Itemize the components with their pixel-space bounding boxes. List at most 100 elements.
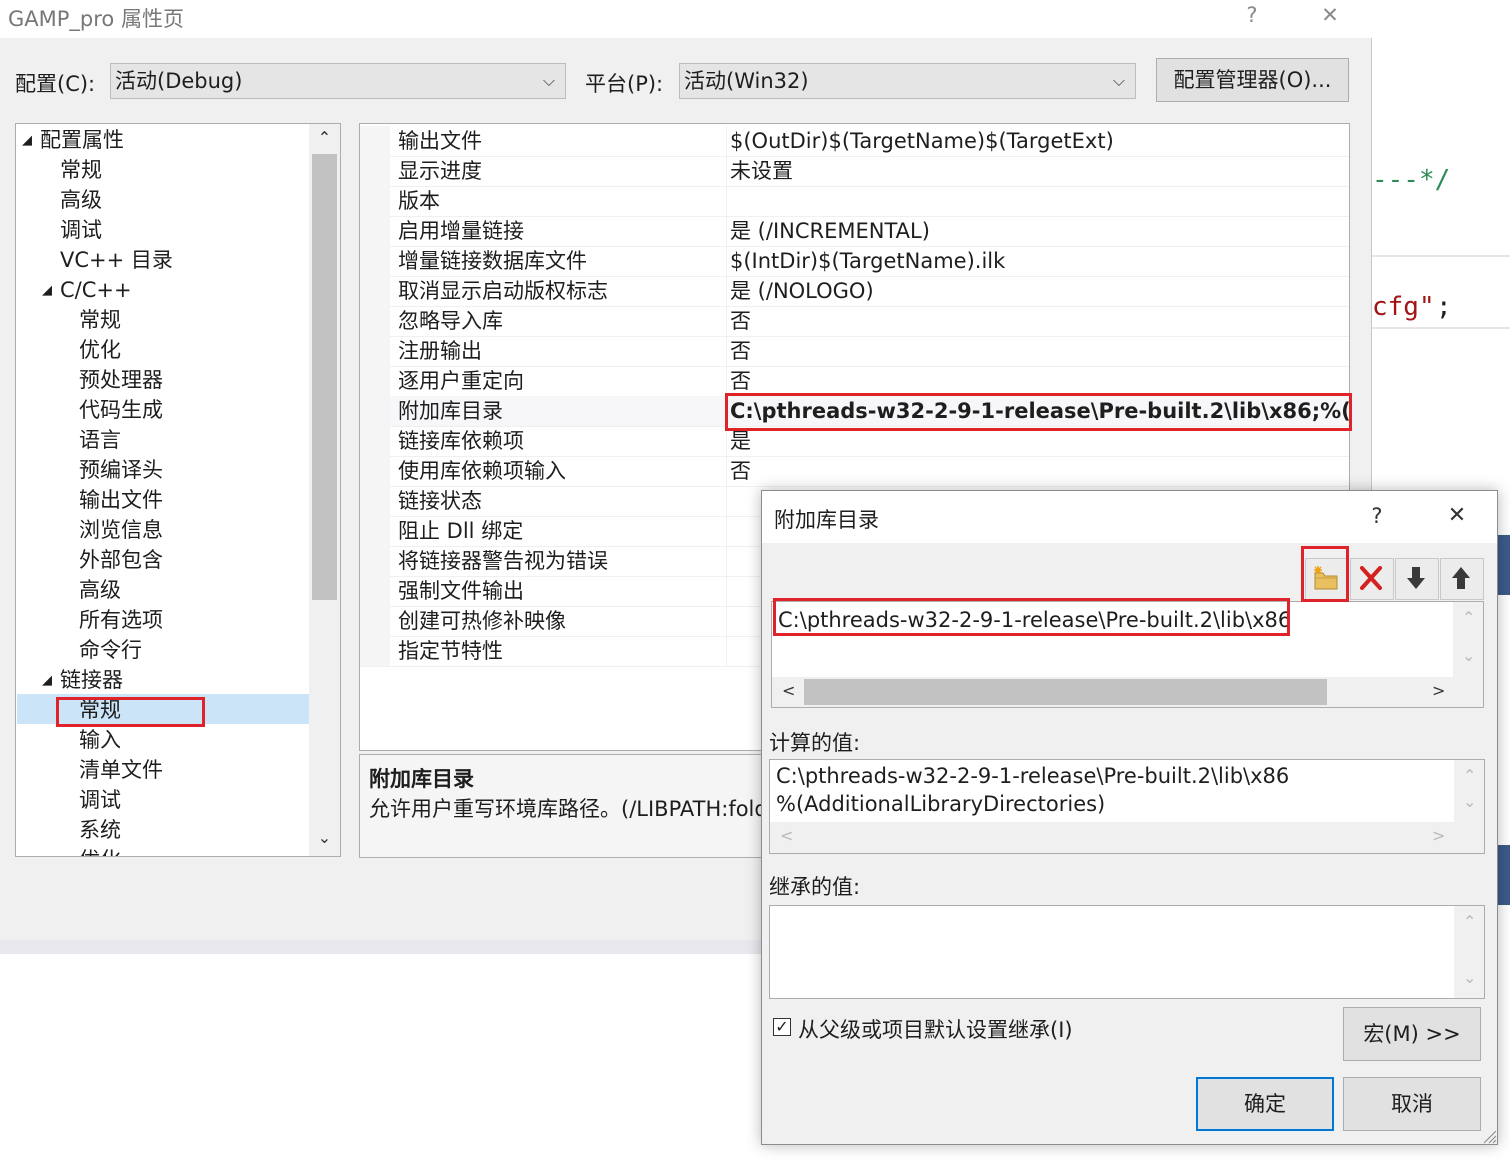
code-line-separator [1372, 255, 1510, 257]
tree-item[interactable]: 优化 [79, 845, 121, 856]
tree-item[interactable]: 预处理器 [79, 365, 163, 395]
scroll-up-icon[interactable]: ⌃ [1463, 912, 1476, 931]
tree-scrollbar[interactable]: ⌃ ⌄ [309, 124, 340, 856]
tree-item[interactable]: 优化 [79, 335, 121, 365]
ok-button[interactable]: 确定 [1196, 1077, 1334, 1131]
tree-item[interactable]: C/C++ [60, 275, 132, 305]
property-value[interactable]: 否 [730, 456, 751, 486]
column-separator [726, 456, 727, 486]
dialog-close-button[interactable]: ✕ [1442, 503, 1472, 528]
close-button[interactable]: ✕ [1310, 3, 1350, 27]
expand-arrow-icon[interactable]: ◢ [42, 673, 52, 688]
tree-item[interactable]: 常规 [79, 305, 121, 335]
delete-line-button[interactable] [1350, 558, 1394, 600]
property-value[interactable]: 否 [730, 336, 751, 366]
new-line-button[interactable] [1305, 558, 1349, 600]
tree-item-selected[interactable]: 常规 [79, 695, 121, 725]
inherit-checkbox-label[interactable]: 从父级或项目默认设置继承(I) [798, 1014, 1073, 1044]
scroll-left-icon[interactable]: < [780, 826, 793, 845]
property-row[interactable]: 启用增量链接 是 (/INCREMENTAL) [360, 216, 1349, 247]
tree-item[interactable]: 代码生成 [79, 395, 163, 425]
tree-item[interactable]: 浏览信息 [79, 515, 163, 545]
config-manager-button[interactable]: 配置管理器(O)... [1156, 58, 1349, 102]
move-down-button[interactable] [1395, 558, 1439, 600]
editor-vertical-scrollbar[interactable]: ⌃ ⌄ [1453, 602, 1483, 677]
platform-label: 平台(P): [585, 72, 664, 96]
scroll-down-icon[interactable]: ⌄ [309, 828, 340, 847]
property-row[interactable]: 取消显示启动版权标志 是 (/NOLOGO) [360, 276, 1349, 307]
scroll-up-icon[interactable]: ⌃ [1462, 608, 1475, 627]
tree-item[interactable]: 调试 [60, 215, 102, 245]
resize-grip-icon[interactable] [1481, 1128, 1497, 1144]
move-up-button[interactable] [1440, 558, 1484, 600]
property-row[interactable]: 逐用户重定向 否 [360, 366, 1349, 397]
tree-item[interactable]: 语言 [79, 425, 121, 455]
property-value[interactable]: 是 (/NOLOGO) [730, 276, 874, 306]
lib-dir-entry[interactable]: C:\pthreads-w32-2-9-1-release\Pre-built.… [778, 605, 1291, 635]
scroll-left-icon[interactable]: < [782, 681, 795, 700]
scroll-up-icon[interactable]: ⌃ [1463, 766, 1476, 785]
inherit-checkbox[interactable]: ✓ [773, 1018, 791, 1036]
macro-button[interactable]: 宏(M) >> [1343, 1007, 1481, 1061]
help-button[interactable]: ? [1232, 3, 1272, 27]
window-titlebar: GAMP_pro 属性页 ? ✕ [0, 0, 1372, 38]
inherited-vertical-scrollbar[interactable]: ⌃ ⌄ [1454, 906, 1484, 998]
tree-item[interactable]: VC++ 目录 [60, 245, 173, 275]
tree-item[interactable]: 外部包含 [79, 545, 163, 575]
editor-horizontal-scrollbar[interactable]: < > [772, 677, 1483, 707]
property-row[interactable]: 版本 [360, 186, 1349, 217]
tree-item[interactable]: 所有选项 [79, 605, 163, 635]
scroll-down-icon[interactable]: ⌄ [1462, 646, 1475, 665]
horizontal-scroll-thumb[interactable] [804, 679, 1327, 705]
property-value[interactable]: 未设置 [730, 156, 793, 186]
tree-item[interactable]: 系统 [79, 815, 121, 845]
property-value[interactable]: $(OutDir)$(TargetName)$(TargetExt) [730, 126, 1114, 156]
property-row[interactable]: 输出文件 $(OutDir)$(TargetName)$(TargetExt) [360, 126, 1349, 157]
tree-item[interactable]: 调试 [79, 785, 121, 815]
property-value[interactable]: $(IntDir)$(TargetName).ilk [730, 246, 1005, 276]
property-name: 启用增量链接 [398, 219, 524, 243]
tree-item[interactable]: 配置属性 [40, 125, 124, 155]
property-row[interactable]: 显示进度 未设置 [360, 156, 1349, 187]
cancel-button[interactable]: 取消 [1343, 1077, 1481, 1131]
tree-item[interactable]: 预编译头 [79, 455, 163, 485]
tree-item[interactable]: 清单文件 [79, 755, 163, 785]
tree-item[interactable]: 高级 [60, 185, 102, 215]
tree-item[interactable]: 输出文件 [79, 485, 163, 515]
property-value[interactable]: 否 [730, 366, 751, 396]
lib-dirs-editor[interactable]: C:\pthreads-w32-2-9-1-release\Pre-built.… [771, 601, 1484, 708]
property-row[interactable]: 链接库依赖项 是 [360, 426, 1349, 457]
property-row[interactable]: 增量链接数据库文件 $(IntDir)$(TargetName).ilk [360, 246, 1349, 277]
code-semicolon: ; [1436, 292, 1452, 322]
expand-arrow-icon[interactable]: ◢ [42, 283, 52, 298]
tree-scroll-thumb[interactable] [312, 154, 337, 600]
computed-horizontal-scrollbar[interactable]: < > [770, 822, 1484, 853]
tree-item[interactable]: 高级 [79, 575, 121, 605]
scroll-right-icon[interactable]: > [1432, 826, 1445, 845]
platform-dropdown[interactable]: 活动(Win32) ⌵ [679, 63, 1136, 99]
expand-arrow-icon[interactable]: ◢ [22, 133, 32, 148]
scroll-right-icon[interactable]: > [1432, 681, 1445, 700]
column-separator [726, 636, 727, 666]
property-value[interactable]: 是 (/INCREMENTAL) [730, 216, 930, 246]
tree-item[interactable]: 常规 [60, 155, 102, 185]
computed-vertical-scrollbar[interactable]: ⌃ ⌄ [1454, 760, 1484, 822]
config-dropdown[interactable]: 活动(Debug) ⌵ [110, 63, 566, 99]
dialog-help-button[interactable]: ? [1362, 504, 1392, 528]
tree-item[interactable]: 链接器 [60, 665, 123, 695]
computed-values-box: C:\pthreads-w32-2-9-1-release\Pre-built.… [769, 759, 1485, 854]
scroll-up-icon[interactable]: ⌃ [309, 128, 340, 147]
property-value[interactable]: C:\pthreads-w32-2-9-1-release\Pre-built.… [730, 396, 1349, 426]
tree-item[interactable]: 输入 [79, 725, 121, 755]
category-tree[interactable]: ◢ 配置属性 常规 高级 调试 VC++ 目录 ◢ C/C++ 常规 优化 预处理器 代码生成 语言 预编… [15, 123, 341, 857]
scroll-down-icon[interactable]: ⌄ [1463, 968, 1476, 987]
scroll-down-icon[interactable]: ⌄ [1463, 792, 1476, 811]
column-separator [726, 306, 727, 336]
property-row[interactable]: 注册输出 否 [360, 336, 1349, 367]
property-row[interactable]: 附加库目录 C:\pthreads-w32-2-9-1-release\Pre-b… [360, 396, 1349, 427]
property-value[interactable]: 是 [730, 426, 751, 456]
tree-item[interactable]: 命令行 [79, 635, 142, 665]
property-value[interactable]: 否 [730, 306, 751, 336]
property-row[interactable]: 忽略导入库 否 [360, 306, 1349, 337]
property-row[interactable]: 使用库依赖项输入 否 [360, 456, 1349, 487]
